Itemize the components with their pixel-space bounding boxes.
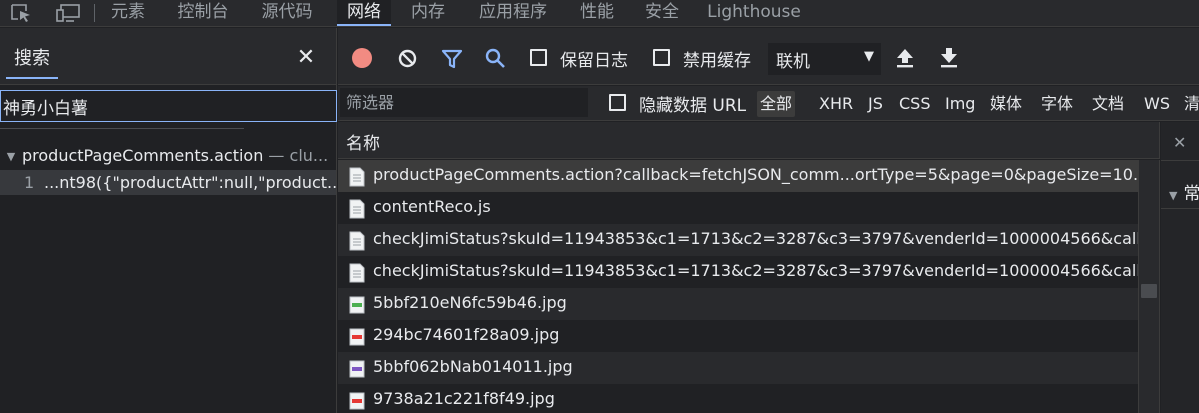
request-row[interactable]: 5bbf210eN6fc59b46.jpg xyxy=(338,288,1138,320)
request-name: productPageComments.action?callback=fetc… xyxy=(373,165,1138,184)
request-details-panel: ✕ ▼ 常 xyxy=(1161,122,1199,413)
preserve-log-checkbox[interactable] xyxy=(530,49,547,66)
request-name: 9738a21c221f8f49.jpg xyxy=(373,389,555,408)
triangle-down-icon[interactable]: ▼ xyxy=(0,145,22,169)
request-row[interactable]: checkJimiStatus?skuId=11943853&c1=1713&c… xyxy=(338,256,1138,288)
preserve-log-label: 保留日志 xyxy=(560,51,628,71)
image-icon xyxy=(349,392,365,410)
request-name: 5bbf062bNab014011.jpg xyxy=(373,357,573,376)
requests-list: productPageComments.action?callback=fetc… xyxy=(338,160,1138,413)
export-har-icon[interactable] xyxy=(938,46,960,68)
filter-type-media[interactable]: 媒体 xyxy=(990,91,1022,117)
throttling-select[interactable]: 联机 ▼ xyxy=(768,43,881,75)
filter-type-font[interactable]: 字体 xyxy=(1041,91,1073,117)
hide-data-urls-label: 隐藏数据 URL xyxy=(639,96,747,116)
disable-cache-label: 禁用缓存 xyxy=(683,51,751,71)
result-line-number: 1 xyxy=(24,173,35,192)
tab-search[interactable]: 搜索 xyxy=(6,43,58,79)
document-icon xyxy=(349,167,365,187)
tab-elements[interactable]: 元素 xyxy=(104,0,152,26)
tab-lighthouse[interactable]: Lighthouse xyxy=(704,0,804,26)
tab-performance[interactable]: 性能 xyxy=(573,0,621,26)
requests-table-header: 名称 xyxy=(338,122,1160,159)
tab-console[interactable]: 控制台 xyxy=(170,0,236,26)
search-result-file[interactable]: ▼ productPageComments.action — clu... xyxy=(0,144,336,168)
close-icon[interactable]: ✕ xyxy=(1173,133,1186,152)
filter-type-doc[interactable]: 文档 xyxy=(1092,91,1124,117)
request-row[interactable]: checkJimiStatus?skuId=11943853&c1=1713&c… xyxy=(338,224,1138,256)
filter-icon[interactable] xyxy=(441,48,463,70)
triangle-down-icon: ▼ xyxy=(1169,189,1178,202)
tab-network[interactable]: 网络 xyxy=(337,0,391,26)
document-icon xyxy=(349,231,365,251)
filter-input[interactable] xyxy=(340,88,588,117)
result-line-text: ...nt98({"productAttr":null,"product... xyxy=(44,173,336,192)
search-panel: 搜索 ✕ ▼productPageComments.action — clu..… xyxy=(0,28,337,413)
request-row[interactable]: 9738a21c221f8f49.jpg xyxy=(338,384,1138,413)
network-filter-bar: 隐藏数据 URL 全部 XHR JS CSS Img 媒体 字体 文档 WS 清 xyxy=(338,86,1199,121)
document-icon xyxy=(349,199,365,219)
tab-security[interactable]: 安全 xyxy=(638,0,686,26)
filter-type-all[interactable]: 全部 xyxy=(757,91,796,117)
search-result-line[interactable]: 1 ...nt98({"productAttr":null,"product... xyxy=(0,170,336,195)
network-toolbar: 保留日志 禁用缓存 联机 ▼ xyxy=(338,28,1199,85)
filter-type-js[interactable]: JS xyxy=(868,91,883,117)
request-name: checkJimiStatus?skuId=11943853&c1=1713&c… xyxy=(373,261,1138,280)
image-icon xyxy=(349,328,365,346)
request-row[interactable]: 5bbf062bNab014011.jpg xyxy=(338,352,1138,384)
divider xyxy=(0,128,244,129)
request-row[interactable]: 294bc74601f28a09.jpg xyxy=(338,320,1138,352)
device-toolbar-icon[interactable] xyxy=(56,2,82,24)
section-label: 常 xyxy=(1183,184,1199,204)
import-har-icon[interactable] xyxy=(894,46,916,68)
divider xyxy=(1161,208,1199,209)
image-icon xyxy=(349,296,365,314)
hide-data-urls-checkbox[interactable] xyxy=(609,94,626,111)
tab-application[interactable]: 应用程序 xyxy=(470,0,556,26)
close-icon[interactable]: ✕ xyxy=(294,46,318,70)
devtools-main-tabbar: 元素 控制台 源代码 网络 内存 应用程序 性能 安全 Lighthouse xyxy=(0,0,1199,27)
general-section-header[interactable]: ▼ 常 xyxy=(1169,179,1199,204)
filter-type-manifest[interactable]: 清 xyxy=(1184,91,1199,117)
filter-type-ws[interactable]: WS xyxy=(1144,91,1170,117)
chevron-down-icon: ▼ xyxy=(864,49,874,64)
throttling-value: 联机 xyxy=(776,52,810,72)
search-icon[interactable] xyxy=(484,47,506,69)
tab-sources[interactable]: 源代码 xyxy=(254,0,320,26)
toolbar-separator xyxy=(94,4,95,22)
divider xyxy=(1161,160,1199,161)
requests-scrollbar[interactable] xyxy=(1138,160,1160,413)
document-icon xyxy=(349,263,365,283)
record-button[interactable] xyxy=(352,48,372,68)
request-name: checkJimiStatus?skuId=11943853&c1=1713&c… xyxy=(373,229,1138,248)
request-name: 294bc74601f28a09.jpg xyxy=(373,325,560,344)
clear-icon[interactable] xyxy=(398,49,417,68)
search-panel-tabbar: 搜索 ✕ xyxy=(0,28,336,85)
tab-memory[interactable]: 内存 xyxy=(404,0,452,26)
column-name-header[interactable]: 名称 xyxy=(346,129,380,154)
request-row[interactable]: productPageComments.action?callback=fetc… xyxy=(338,160,1138,192)
filter-type-img[interactable]: Img xyxy=(945,91,975,117)
request-row[interactable]: contentReco.js xyxy=(338,192,1138,224)
filter-type-xhr[interactable]: XHR xyxy=(819,91,853,117)
result-file-suffix: — clu... xyxy=(263,146,329,165)
request-name: contentReco.js xyxy=(373,197,491,216)
result-file-name: productPageComments.action xyxy=(22,146,264,165)
search-input[interactable] xyxy=(0,90,337,122)
image-icon xyxy=(349,360,365,378)
scrollbar-thumb[interactable] xyxy=(1141,284,1157,298)
filter-type-css[interactable]: CSS xyxy=(899,91,930,117)
disable-cache-checkbox[interactable] xyxy=(653,49,670,66)
request-name: 5bbf210eN6fc59b46.jpg xyxy=(373,293,567,312)
inspect-element-icon[interactable] xyxy=(8,2,34,24)
